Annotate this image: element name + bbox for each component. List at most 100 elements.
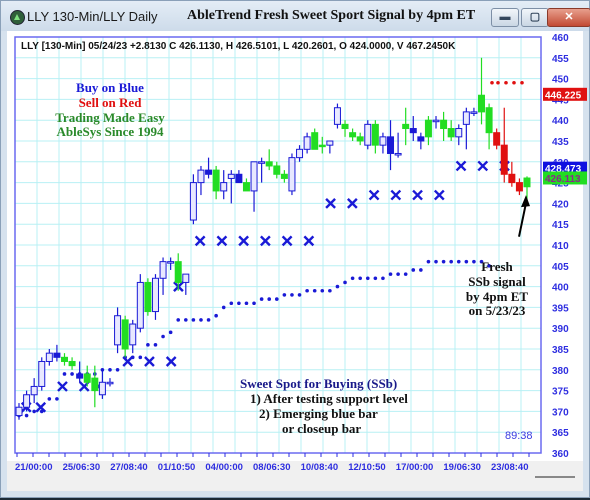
ssb-point-2: 2) Emerging blue bar <box>259 406 378 421</box>
candle <box>394 132 402 158</box>
candle-body <box>364 123 372 146</box>
support-dot <box>153 343 158 347</box>
candle-body <box>470 111 478 114</box>
fresh-label-2: SSb signal <box>468 274 526 289</box>
y-tick-label: 375 <box>552 387 569 398</box>
candle-body <box>349 132 357 138</box>
candle-body <box>258 161 266 164</box>
support-dot <box>312 288 317 293</box>
candle <box>197 165 205 196</box>
x-tick-label: 17/00:00 <box>396 462 434 473</box>
support-dot <box>206 318 211 322</box>
support-dot <box>259 297 264 301</box>
candle <box>212 165 220 200</box>
x-tick-label: 21/00:00 <box>15 462 53 473</box>
candle-body <box>197 169 205 184</box>
candle <box>318 136 326 154</box>
candle-body <box>515 182 523 192</box>
candle-body <box>478 94 486 113</box>
candle-body <box>159 261 167 279</box>
buy-x-marker <box>433 189 445 201</box>
support-dot <box>214 313 218 318</box>
candle-body <box>318 144 326 148</box>
candle-body <box>500 144 508 175</box>
candle-body <box>106 381 114 385</box>
x-tick-label: 08/06:30 <box>253 462 291 473</box>
fresh-label-1: Fresh <box>481 259 513 274</box>
buy-x-marker <box>477 160 489 172</box>
candle-body <box>45 352 53 362</box>
support-dot <box>199 318 203 322</box>
candle <box>220 170 228 200</box>
support-dot <box>70 372 74 376</box>
support-dot <box>237 301 241 306</box>
candle <box>30 378 38 404</box>
candle <box>250 161 258 212</box>
x-tick-label: 04/00:00 <box>205 462 243 473</box>
candle <box>333 103 341 129</box>
candle <box>136 274 144 333</box>
price-label-text: 446.225 <box>545 90 582 101</box>
candle <box>379 132 387 154</box>
candle-body <box>387 136 395 154</box>
candle-body <box>182 273 190 283</box>
candle-body <box>440 119 448 130</box>
support-dot <box>411 268 416 272</box>
candle <box>288 153 296 196</box>
buy-x-marker <box>412 189 423 201</box>
candle-body <box>167 261 175 264</box>
support-dot <box>168 330 173 335</box>
candle-body <box>151 277 159 313</box>
ssb-point-3: or closeup bar <box>282 421 362 436</box>
y-tick-label: 385 <box>552 345 569 356</box>
candle <box>364 120 372 150</box>
candle-body <box>189 182 197 221</box>
sell-on-red-text: Sell on Red <box>78 95 142 110</box>
candle-body <box>462 111 470 125</box>
candle <box>371 120 379 154</box>
candle <box>182 273 190 295</box>
support-dot <box>426 259 431 264</box>
candle <box>500 107 508 183</box>
support-dot <box>115 368 120 372</box>
candle-body <box>235 173 243 184</box>
support-dot <box>419 268 423 272</box>
candle <box>159 257 167 295</box>
candle-body <box>227 173 235 179</box>
y-tick-label: 360 <box>552 449 569 460</box>
candle-body <box>432 119 440 123</box>
ssb-point-1: 1) After testing support level <box>250 391 408 406</box>
candle <box>447 120 455 141</box>
candle <box>242 178 250 192</box>
candle-body <box>333 107 341 125</box>
candle <box>478 57 486 125</box>
support-dot <box>381 276 385 281</box>
support-dot <box>396 272 400 276</box>
buy-x-marker <box>165 356 177 367</box>
buy-x-marker <box>390 189 402 201</box>
sell-dot <box>496 80 500 85</box>
support-dot <box>282 293 287 297</box>
support-dot <box>365 276 370 281</box>
x-tick-label: 27/08:40 <box>110 462 148 473</box>
buy-x-marker <box>216 235 228 247</box>
price-label: 446.225 <box>543 87 587 101</box>
candle <box>151 274 159 320</box>
candle-body <box>144 281 152 313</box>
x-tick-label: 25/06:30 <box>63 462 101 473</box>
candle-body <box>402 123 410 130</box>
buy-x-marker <box>303 235 315 247</box>
buy-x-marker <box>455 160 467 172</box>
candle <box>280 170 288 183</box>
support-dot <box>388 272 393 276</box>
candle <box>45 349 53 366</box>
candle <box>106 378 114 387</box>
support-dot <box>191 318 196 322</box>
y-tick-label: 455 <box>552 54 569 65</box>
candle-body <box>371 123 379 146</box>
candle <box>296 145 304 162</box>
candle <box>417 132 425 150</box>
candle-body <box>98 381 106 396</box>
candle <box>462 107 470 150</box>
support-dot <box>176 318 181 322</box>
